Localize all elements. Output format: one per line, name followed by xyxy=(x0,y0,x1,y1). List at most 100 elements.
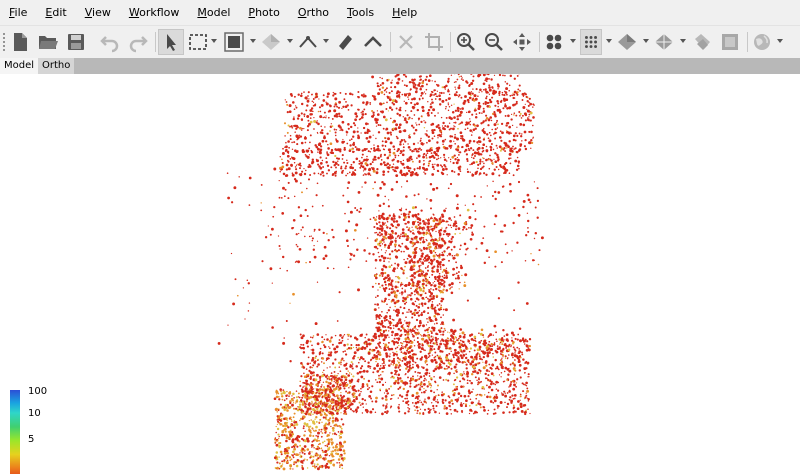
cloud-point xyxy=(432,328,436,332)
cloud-point xyxy=(439,236,441,238)
mesh-button[interactable] xyxy=(616,29,638,55)
cloud-point xyxy=(329,352,332,355)
menu-workflow[interactable]: Workflow xyxy=(120,0,189,25)
tiled-model-button[interactable] xyxy=(653,29,675,55)
cloud-point xyxy=(407,96,409,98)
ruler-button[interactable] xyxy=(297,29,319,55)
cloud-point xyxy=(292,101,295,104)
chevron-down-icon[interactable] xyxy=(287,39,293,43)
menu-file[interactable]: File xyxy=(0,0,36,25)
menu-view[interactable]: View xyxy=(76,0,120,25)
save-button[interactable] xyxy=(63,29,89,55)
tab-model[interactable]: Model xyxy=(0,58,39,74)
cloud-point xyxy=(311,404,315,407)
redo-button[interactable] xyxy=(125,29,151,55)
cloud-point xyxy=(374,245,378,249)
cloud-point xyxy=(385,389,389,393)
cloud-point xyxy=(421,385,424,388)
undo-button[interactable] xyxy=(97,29,123,55)
zoom-in-button[interactable] xyxy=(453,29,479,55)
cloud-point xyxy=(401,231,405,235)
cloud-point xyxy=(382,202,385,205)
cloud-point xyxy=(295,106,298,109)
cloud-point xyxy=(504,114,507,117)
chevron-down-icon[interactable] xyxy=(777,39,783,43)
cloud-point xyxy=(440,334,442,336)
menu-ortho[interactable]: Ortho xyxy=(289,0,338,25)
cloud-point xyxy=(513,90,517,94)
new-document-button[interactable] xyxy=(7,29,33,55)
tab-ortho[interactable]: Ortho xyxy=(38,58,75,74)
texture-button[interactable] xyxy=(689,29,715,55)
cloud-point xyxy=(329,432,331,434)
cloud-point xyxy=(379,102,382,105)
cloud-point xyxy=(492,382,495,385)
cloud-point xyxy=(432,282,434,284)
menu-help[interactable]: Help xyxy=(383,0,426,25)
cloud-point xyxy=(317,151,319,153)
zoom-out-button[interactable] xyxy=(481,29,507,55)
cloud-point xyxy=(322,99,326,102)
cloud-point xyxy=(312,455,315,458)
cloud-point xyxy=(332,160,335,164)
toolbar-grip-handle[interactable] xyxy=(2,32,6,52)
cloud-point xyxy=(404,383,407,386)
open-button[interactable] xyxy=(35,29,61,55)
crop-region-button[interactable] xyxy=(421,29,447,55)
cloud-point xyxy=(378,217,381,220)
dense-cloud-button[interactable] xyxy=(580,29,602,55)
menu-edit[interactable]: Edit xyxy=(36,0,75,25)
cloud-point xyxy=(374,267,377,269)
model-view-button[interactable] xyxy=(223,29,245,55)
cloud-point xyxy=(437,285,441,289)
cloud-point xyxy=(328,454,331,457)
cloud-point xyxy=(524,147,528,151)
menu-model[interactable]: Model xyxy=(188,0,239,25)
cloud-point xyxy=(462,228,464,231)
cloud-point xyxy=(271,227,274,231)
menu-photo[interactable]: Photo xyxy=(239,0,288,25)
globe-button[interactable] xyxy=(751,29,773,55)
chevron-down-icon[interactable] xyxy=(570,39,576,43)
cloud-point xyxy=(396,250,399,253)
cloud-point xyxy=(528,113,531,116)
dem-button[interactable] xyxy=(717,29,743,55)
cloud-point xyxy=(494,190,497,194)
cloud-point xyxy=(439,129,442,132)
cloud-point xyxy=(384,398,388,401)
cloud-point xyxy=(300,92,303,95)
chevron-down-icon[interactable] xyxy=(606,39,612,43)
cloud-point xyxy=(488,118,490,120)
cloud-point xyxy=(364,113,367,116)
cloud-point xyxy=(399,292,401,294)
cloud-point xyxy=(404,289,406,291)
cloud-point xyxy=(520,117,523,119)
cloud-point xyxy=(435,254,438,256)
cloud-point xyxy=(446,125,450,128)
delete-button[interactable] xyxy=(393,29,419,55)
chevron-down-icon[interactable] xyxy=(211,39,217,43)
crop-button[interactable] xyxy=(360,29,386,55)
move-region-button[interactable] xyxy=(509,29,535,55)
cloud-point xyxy=(418,286,421,289)
eraser-button[interactable] xyxy=(332,29,358,55)
chevron-down-icon[interactable] xyxy=(680,39,686,43)
shading-button[interactable] xyxy=(260,29,282,55)
cloud-point xyxy=(421,335,423,337)
navigation-button[interactable] xyxy=(158,29,184,55)
cloud-point xyxy=(462,79,464,81)
cloud-point xyxy=(390,90,393,93)
cloud-point xyxy=(435,95,438,98)
model-viewport[interactable]: 100 10 5 1 xyxy=(0,74,800,474)
cloud-point xyxy=(435,395,437,397)
cloud-point xyxy=(420,209,423,212)
cloud-point xyxy=(456,118,459,121)
point-cloud-button[interactable] xyxy=(543,29,565,55)
chevron-down-icon[interactable] xyxy=(323,39,329,43)
menu-tools[interactable]: Tools xyxy=(338,0,383,25)
cloud-point xyxy=(487,137,490,140)
cloud-point xyxy=(328,351,331,354)
chevron-down-icon[interactable] xyxy=(250,39,256,43)
rectangle-selection-button[interactable] xyxy=(187,29,209,55)
chevron-down-icon[interactable] xyxy=(643,39,649,43)
